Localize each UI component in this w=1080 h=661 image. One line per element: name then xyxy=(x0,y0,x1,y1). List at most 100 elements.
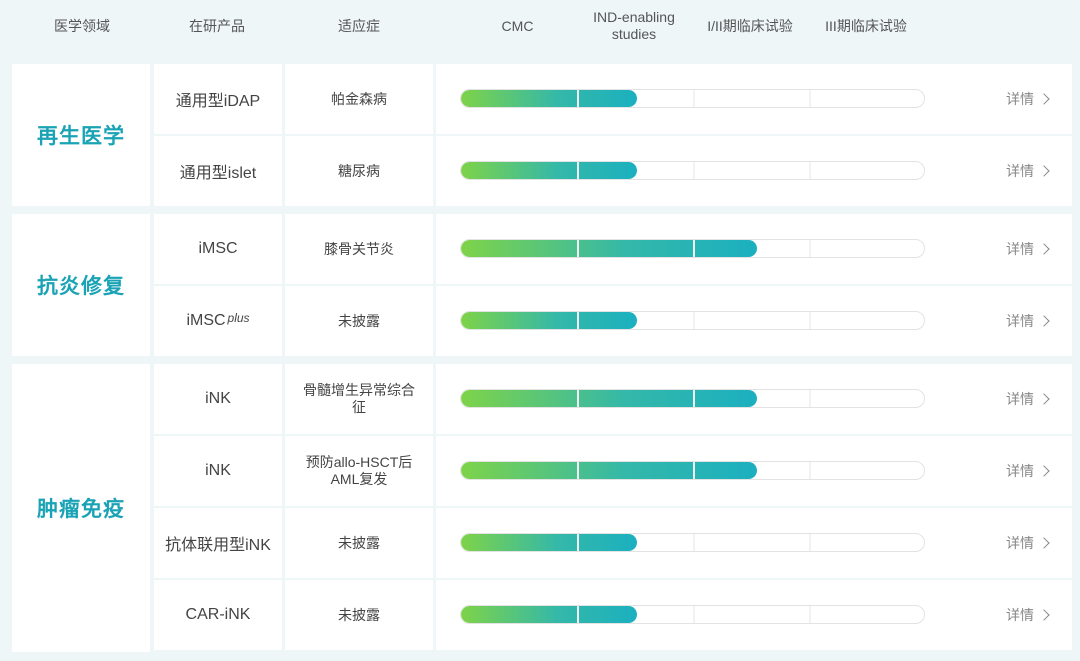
pipeline-row: iMSC 膝骨关节炎 详情 xyxy=(154,214,1072,284)
domain-label: 抗炎修复 xyxy=(12,214,150,356)
progress-bar xyxy=(460,389,925,408)
stage-divider xyxy=(693,462,695,479)
pipeline-row: 通用型islet 糖尿病 详情 xyxy=(154,136,1072,206)
detail-label: 详情 xyxy=(1006,91,1034,107)
stage-divider xyxy=(809,606,811,623)
stage-divider xyxy=(809,240,811,257)
progress-cell: 详情 xyxy=(436,286,1072,356)
header-stage-phase12: I/II期临床试验 xyxy=(707,17,793,34)
product-name: iNK xyxy=(154,364,282,434)
stage-divider xyxy=(693,240,695,257)
product-name: CAR-iNK xyxy=(154,580,282,650)
progress-cell: 详情 xyxy=(436,214,1072,284)
pipeline-row: 抗体联用型iNK 未披露 详情 xyxy=(154,508,1072,578)
detail-link[interactable]: 详情 xyxy=(1006,64,1050,134)
stage-divider xyxy=(577,162,579,179)
stage-divider xyxy=(577,534,579,551)
chevron-right-icon xyxy=(1038,165,1050,177)
progress-cell: 详情 xyxy=(436,364,1072,434)
detail-link[interactable]: 详情 xyxy=(1006,580,1050,650)
stage-divider xyxy=(577,90,579,107)
header-stage-ind: IND-enabling studies xyxy=(593,9,675,42)
header-domain: 医学领域 xyxy=(54,17,110,34)
stage-divider xyxy=(577,240,579,257)
stage-divider xyxy=(809,312,811,329)
header-stage-cmc: CMC xyxy=(501,17,534,34)
detail-link[interactable]: 详情 xyxy=(1006,508,1050,578)
progress-fill xyxy=(461,240,758,257)
stage-divider xyxy=(577,606,579,623)
chevron-right-icon xyxy=(1038,465,1050,477)
progress-cell: 详情 xyxy=(436,508,1072,578)
progress-bar xyxy=(460,311,925,330)
product-superscript: plus xyxy=(227,311,250,325)
product-name-cell: iMSC plus xyxy=(154,286,282,356)
stage-divider xyxy=(693,606,695,623)
detail-link[interactable]: 详情 xyxy=(1006,214,1050,284)
pipeline-row: iMSC plus 未披露 详情 xyxy=(154,286,1072,356)
progress-bar xyxy=(460,89,925,108)
product-name: 通用型islet xyxy=(154,136,282,206)
indication: 未披露 xyxy=(285,580,433,650)
pipeline-row: iNK 骨髓增生异常综合征 详情 xyxy=(154,364,1072,434)
chevron-right-icon xyxy=(1038,537,1050,549)
detail-label: 详情 xyxy=(1006,163,1034,179)
progress-bar xyxy=(460,533,925,552)
pipeline-row: 通用型iDAP 帕金森病 详情 xyxy=(154,64,1072,134)
product-name: 抗体联用型iNK xyxy=(154,508,282,578)
stage-divider xyxy=(693,390,695,407)
progress-fill xyxy=(461,390,758,407)
progress-fill xyxy=(461,606,637,623)
indication: 膝骨关节炎 xyxy=(285,214,433,284)
stage-divider xyxy=(577,462,579,479)
chevron-right-icon xyxy=(1038,243,1050,255)
detail-link[interactable]: 详情 xyxy=(1006,364,1050,434)
progress-bar xyxy=(460,161,925,180)
header-product: 在研产品 xyxy=(189,17,245,34)
progress-bar xyxy=(460,461,925,480)
stage-divider xyxy=(577,390,579,407)
product-name: iMSC xyxy=(154,214,282,284)
indication: 帕金森病 xyxy=(285,64,433,134)
product-name: iMSC xyxy=(186,312,226,329)
progress-cell: 详情 xyxy=(436,136,1072,206)
indication: 糖尿病 xyxy=(285,136,433,206)
stage-divider xyxy=(809,534,811,551)
progress-fill xyxy=(461,462,758,479)
detail-link[interactable]: 详情 xyxy=(1006,436,1050,506)
detail-label: 详情 xyxy=(1006,391,1034,407)
progress-fill xyxy=(461,534,637,551)
stage-divider xyxy=(693,534,695,551)
progress-fill xyxy=(461,162,637,179)
detail-label: 详情 xyxy=(1006,463,1034,479)
progress-bar xyxy=(460,605,925,624)
stage-divider xyxy=(809,162,811,179)
stage-divider xyxy=(577,312,579,329)
indication: 预防allo-HSCT后AML复发 xyxy=(285,436,433,506)
domain-label: 肿瘤免疫 xyxy=(12,364,150,652)
table-header: 医学领域 在研产品 适应症 CMC IND-enabling studies I… xyxy=(0,0,1080,52)
detail-link[interactable]: 详情 xyxy=(1006,136,1050,206)
chevron-right-icon xyxy=(1038,393,1050,405)
product-name: iNK xyxy=(154,436,282,506)
progress-fill xyxy=(461,312,637,329)
progress-bar xyxy=(460,239,925,258)
header-indication: 适应症 xyxy=(338,17,380,34)
detail-label: 详情 xyxy=(1006,313,1034,329)
pipeline-row: iNK 预防allo-HSCT后AML复发 详情 xyxy=(154,436,1072,506)
detail-label: 详情 xyxy=(1006,241,1034,257)
stage-divider xyxy=(809,90,811,107)
detail-link[interactable]: 详情 xyxy=(1006,286,1050,356)
chevron-right-icon xyxy=(1038,315,1050,327)
indication: 骨髓增生异常综合征 xyxy=(285,364,433,434)
chevron-right-icon xyxy=(1038,93,1050,105)
progress-cell: 详情 xyxy=(436,64,1072,134)
stage-divider xyxy=(693,90,695,107)
product-name: 通用型iDAP xyxy=(154,64,282,134)
stage-divider xyxy=(809,390,811,407)
domain-group-immuno-oncology: 肿瘤免疫 iNK 骨髓增生异常综合征 详情 iNK 预防allo-HSCT后AM… xyxy=(12,364,1072,652)
stage-divider xyxy=(693,162,695,179)
stage-divider xyxy=(809,462,811,479)
detail-label: 详情 xyxy=(1006,607,1034,623)
pipeline-row: CAR-iNK 未披露 详情 xyxy=(154,580,1072,650)
